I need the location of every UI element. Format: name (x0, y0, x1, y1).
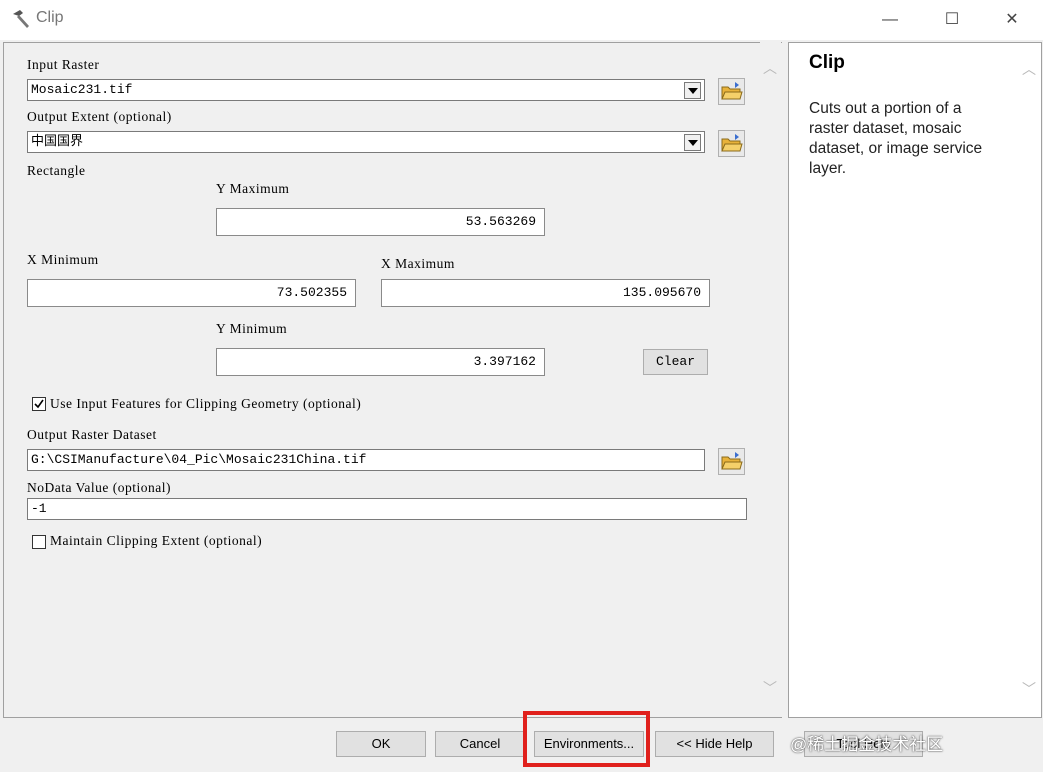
maintain-extent-label: Maintain Clipping Extent (optional) (50, 533, 263, 548)
help-scroll-up-icon[interactable]: ︿ (1021, 61, 1037, 77)
y-minimum-label: Y Minimum (216, 321, 288, 336)
input-raster-combo[interactable]: Mosaic231.tif (27, 79, 705, 101)
output-raster-label: Output Raster Dataset (27, 427, 157, 442)
maintain-extent-checkbox[interactable] (32, 535, 46, 549)
output-extent-browse-button[interactable] (718, 130, 745, 157)
nodata-label: NoData Value (optional) (27, 480, 171, 495)
close-button[interactable]: ✕ (992, 6, 1032, 34)
output-extent-value: 中国国界 (31, 134, 84, 149)
cancel-button[interactable]: Cancel (435, 731, 525, 757)
scroll-down-icon[interactable]: ﹀ (762, 680, 778, 696)
maximize-button[interactable]: ☐ (932, 6, 972, 34)
output-extent-combo[interactable]: 中国国界 (27, 131, 705, 153)
dropdown-arrow-icon[interactable] (684, 134, 701, 151)
help-scroll-down-icon[interactable]: ﹀ (1021, 681, 1037, 697)
checkmark-icon (34, 399, 44, 409)
folder-icon (721, 134, 743, 152)
x-maximum-input[interactable]: 135.095670 (381, 279, 710, 307)
watermark: @稀土掘金技术社区 (790, 735, 944, 754)
parameters-scrollbar[interactable]: ︿ ﹀ (760, 42, 781, 716)
y-maximum-input[interactable]: 53.563269 (216, 208, 545, 236)
ok-button[interactable]: OK (336, 731, 426, 757)
input-raster-value: Mosaic231.tif (31, 82, 133, 97)
clear-button[interactable]: Clear (643, 349, 708, 375)
y-minimum-input[interactable]: 3.397162 (216, 348, 545, 376)
rectangle-label: Rectangle (27, 163, 86, 178)
x-minimum-label: X Minimum (27, 252, 99, 267)
output-raster-browse-button[interactable] (718, 448, 745, 475)
folder-icon (721, 82, 743, 100)
x-maximum-label: X Maximum (381, 256, 455, 271)
output-raster-input[interactable]: G:\CSIManufacture\04_Pic\Mosaic231China.… (27, 449, 705, 471)
help-description: Cuts out a portion of a raster dataset, … (809, 100, 983, 177)
scroll-up-icon[interactable]: ︿ (762, 60, 778, 76)
help-title: Clip (809, 52, 845, 73)
input-raster-browse-button[interactable] (718, 78, 745, 105)
hammer-icon (13, 10, 29, 28)
hide-help-button[interactable]: << Hide Help (655, 731, 774, 757)
minimize-button[interactable]: — (870, 6, 910, 34)
environments-highlight-box (523, 711, 650, 767)
input-raster-label: Input Raster (27, 57, 100, 72)
dropdown-arrow-icon[interactable] (684, 82, 701, 99)
title-bar: Clip — ☐ ✕ (0, 0, 1043, 41)
use-input-features-checkbox[interactable] (32, 397, 46, 411)
nodata-input[interactable]: -1 (27, 498, 747, 520)
folder-icon (721, 452, 743, 470)
use-input-features-label: Use Input Features for Clipping Geometry… (50, 396, 362, 411)
y-maximum-label: Y Maximum (216, 181, 290, 196)
x-minimum-input[interactable]: 73.502355 (27, 279, 356, 307)
window-title: Clip (36, 9, 64, 26)
output-extent-label: Output Extent (optional) (27, 109, 172, 124)
